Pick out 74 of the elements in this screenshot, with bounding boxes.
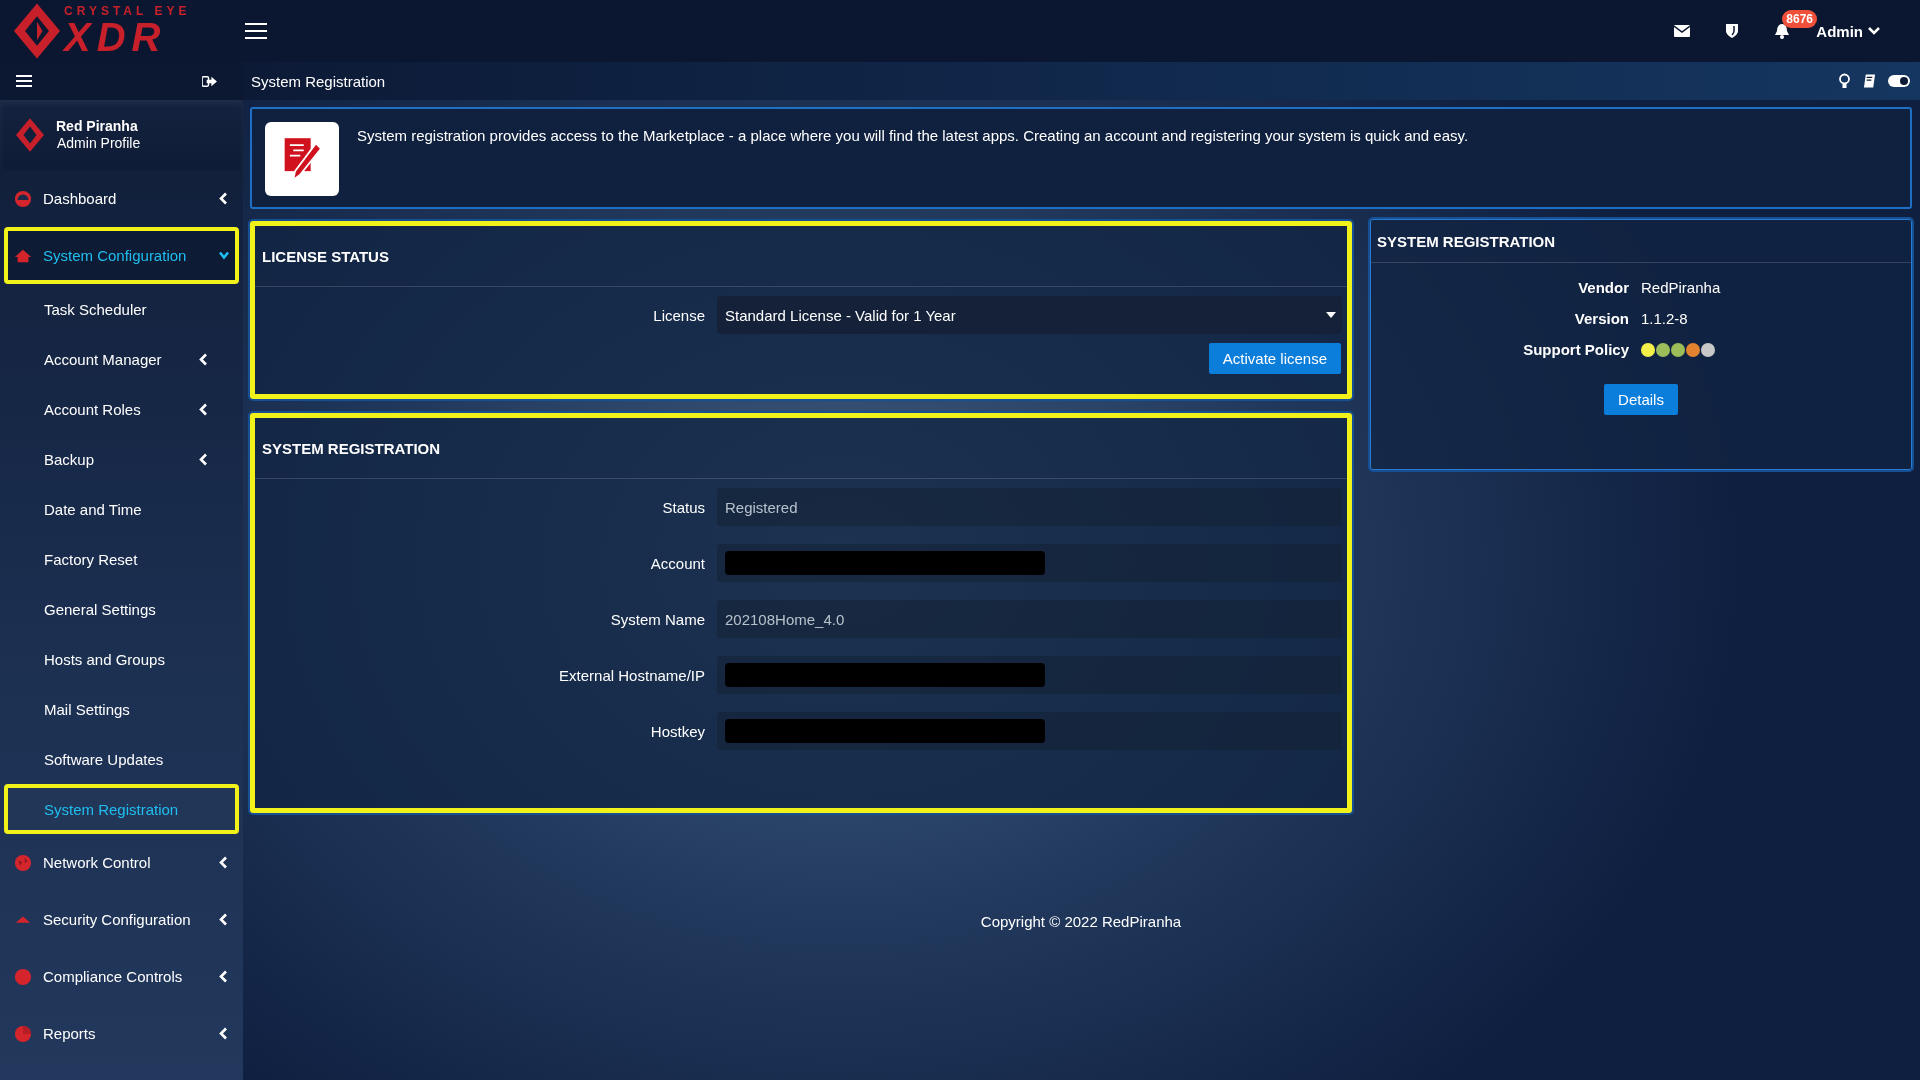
panel-title: SYSTEM REGISTRATION: [1377, 232, 1556, 250]
sidebar-item[interactable]: Security Configuration: [0, 891, 243, 948]
panel-title: LICENSE STATUS: [262, 247, 389, 265]
banner-text: System registration provides access to the Marketplace - a place where you will find the latest apps. Creating an account and registering your system is quick and easy.: [357, 127, 1469, 144]
panel-title: SYSTEM REGISTRATION: [262, 439, 441, 457]
sidebar-subitem[interactable]: Mail Settings: [0, 684, 243, 734]
sidebar-subitem[interactable]: System Registration: [4, 784, 239, 834]
chevron-icon: [219, 249, 229, 262]
pie-icon: [14, 1024, 32, 1043]
info-label: Vendor: [1577, 279, 1629, 296]
chevron-icon: [219, 970, 229, 983]
field-label: External Hostname/IP: [558, 666, 705, 684]
sidebar-subitem[interactable]: Account Roles: [0, 384, 243, 434]
info-label: Version: [1573, 310, 1629, 327]
field-label: License: [652, 306, 705, 324]
info-value: RedPiranha: [1641, 279, 1721, 296]
sidebar-item[interactable]: Network Control: [0, 834, 243, 891]
sidebar-subitem[interactable]: General Settings: [0, 584, 243, 634]
globe-icon: [14, 853, 32, 872]
logo-icon: [16, 118, 44, 152]
field-label: Hostkey: [649, 722, 705, 740]
sidebar-subitem[interactable]: Backup: [0, 434, 243, 484]
chevron-icon: [1868, 27, 1880, 35]
details-button[interactable]: Details: [1604, 384, 1678, 415]
chevron-icon: [219, 913, 229, 926]
chevron-icon: [199, 452, 209, 466]
info-label: Support Policy: [1522, 341, 1629, 358]
chevron-icon: [219, 1027, 229, 1040]
sidebar-subitem[interactable]: Hosts and Groups: [0, 634, 243, 684]
profile-name: Red Piranha: [56, 118, 139, 135]
notification-badge: 8676: [1782, 10, 1818, 28]
input-field[interactable]: [717, 712, 1342, 750]
gauge-icon: [14, 189, 32, 208]
ball-icon: [14, 967, 32, 986]
copyright-text: Copyright © 2022 RedPiranha: [980, 913, 1182, 930]
sidebar-subitem[interactable]: Task Scheduler: [0, 284, 243, 334]
field-label: Status: [661, 498, 705, 516]
menu-icon[interactable]: [245, 23, 267, 39]
document-edit-icon: [265, 122, 339, 196]
sidebar-subitem[interactable]: Factory Reset: [0, 534, 243, 584]
sidebar-item[interactable]: Dashboard: [0, 170, 243, 227]
sidebar-subitem[interactable]: Account Manager: [0, 334, 243, 384]
menu-icon[interactable]: [16, 75, 32, 87]
sidebar-item[interactable]: Reports: [0, 1005, 243, 1062]
sidebar-item[interactable]: Compliance Controls: [0, 948, 243, 1005]
chevron-icon: [199, 402, 209, 416]
sidebar-subitem[interactable]: Date and Time: [0, 484, 243, 534]
sidebar-item[interactable]: System Configuration: [4, 227, 239, 284]
field-label: System Name: [609, 610, 705, 628]
logo-tagline: CRYSTAL EYE: [64, 5, 191, 17]
info-value: 1.1.2-8: [1641, 310, 1688, 327]
input-field[interactable]: [717, 544, 1342, 582]
toggle-icon[interactable]: [1888, 75, 1910, 87]
bell-icon[interactable]: [1774, 23, 1791, 39]
input-field[interactable]: [717, 656, 1342, 694]
license-dropdown[interactable]: Standard License - Valid for 1 Year: [717, 296, 1342, 334]
logo-wordmark: XDR: [64, 17, 168, 57]
sidebar-subitem[interactable]: Software Updates: [0, 734, 243, 784]
input-field[interactable]: Registered: [717, 488, 1342, 526]
user-menu[interactable]: Admin: [1816, 22, 1880, 40]
profile-role: Admin Profile: [56, 135, 141, 152]
page-title: System Registration: [251, 72, 386, 90]
field-label: Account: [649, 554, 705, 572]
activate-license-button[interactable]: Activate license: [1208, 343, 1341, 374]
input-field[interactable]: 202108Home_4.0: [717, 600, 1342, 638]
dropdown-caret-icon: [1326, 312, 1336, 318]
chevron-icon: [199, 352, 209, 366]
logout-icon[interactable]: [202, 74, 217, 88]
mail-icon[interactable]: [1674, 23, 1691, 39]
shield-icon[interactable]: [1724, 23, 1741, 39]
chevron-icon: [219, 192, 229, 205]
chevron-icon: [219, 856, 229, 869]
lightbulb-icon[interactable]: [1838, 73, 1851, 89]
book-icon[interactable]: [1863, 73, 1876, 89]
